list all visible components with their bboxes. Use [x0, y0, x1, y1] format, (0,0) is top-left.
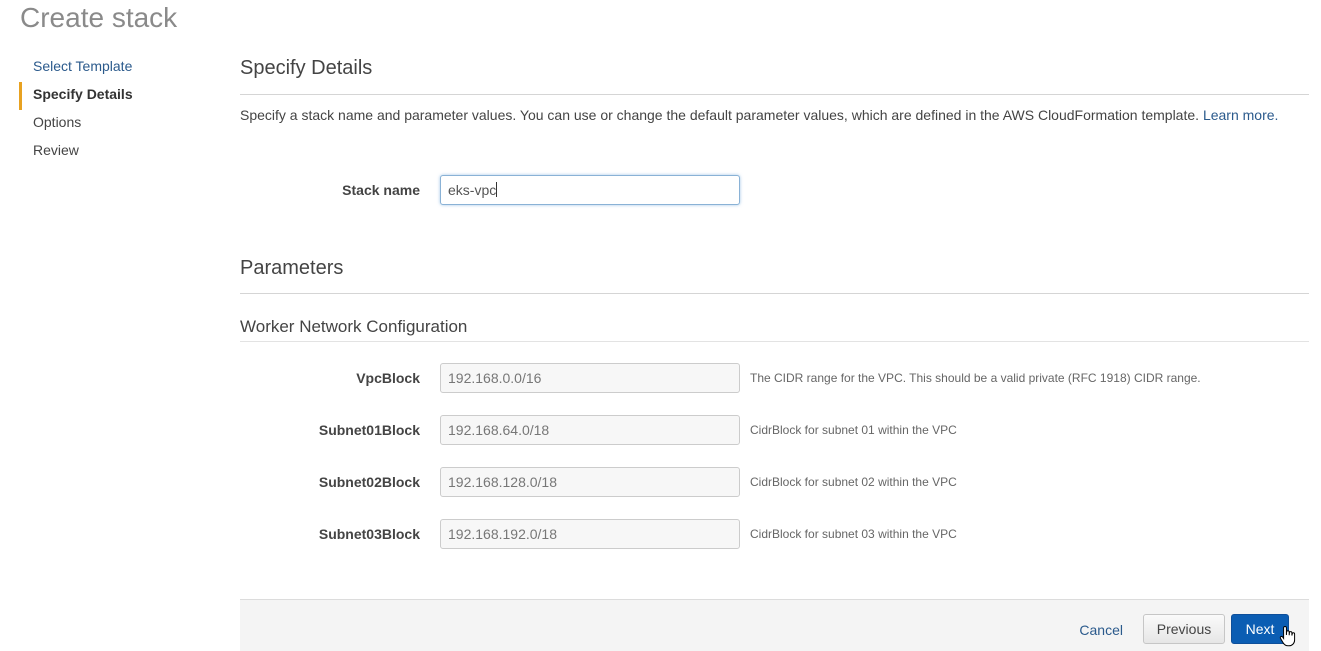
learn-more-link[interactable]: Learn more. — [1203, 107, 1278, 123]
step-select-template[interactable]: Select Template — [19, 54, 209, 82]
previous-button[interactable]: Previous — [1143, 614, 1225, 644]
wizard-footer: Cancel Previous Next — [240, 599, 1309, 651]
hand-pointer-cursor-icon — [1279, 625, 1296, 647]
param-row-subnet01block: Subnet01Block CidrBlock for subnet 01 wi… — [240, 415, 1309, 445]
description-text: Specify a stack name and parameter value… — [240, 107, 1200, 123]
divider — [240, 293, 1309, 294]
param-help: CidrBlock for subnet 02 within the VPC — [750, 475, 957, 489]
param-label: Subnet01Block — [318, 422, 420, 438]
step-specify-details[interactable]: Specify Details — [19, 82, 209, 110]
param-help: CidrBlock for subnet 01 within the VPC — [750, 423, 957, 437]
stack-name-input[interactable]: eks-vpc — [440, 175, 740, 205]
vpcblock-input[interactable] — [440, 363, 740, 393]
subnet02block-input[interactable] — [440, 467, 740, 497]
parameters-heading: Parameters — [240, 257, 344, 279]
param-label: Subnet02Block — [318, 474, 420, 490]
page-title: Create stack — [20, 2, 178, 33]
subnet01block-input[interactable] — [440, 415, 740, 445]
step-options: Options — [33, 114, 82, 130]
step-review: Review — [33, 142, 79, 158]
stack-name-row: Stack name eks-vpc — [240, 175, 1309, 205]
wizard-steps: Select Template Specify Details Options … — [19, 54, 209, 166]
text-caret — [496, 182, 498, 197]
param-label: Subnet03Block — [318, 526, 420, 542]
param-label: VpcBlock — [356, 370, 420, 386]
param-row-subnet02block: Subnet02Block CidrBlock for subnet 02 wi… — [240, 467, 1309, 497]
stack-name-value: eks-vpc — [448, 182, 497, 198]
param-row-vpcblock: VpcBlock The CIDR range for the VPC. Thi… — [240, 363, 1309, 393]
param-row-subnet03block: Subnet03Block CidrBlock for subnet 03 wi… — [240, 519, 1309, 549]
cancel-button[interactable]: Cancel — [1079, 622, 1123, 638]
worker-network-configuration-heading: Worker Network Configuration — [240, 317, 468, 336]
specify-details-heading: Specify Details — [240, 57, 373, 79]
divider — [240, 341, 1309, 342]
subnet03block-input[interactable] — [440, 519, 740, 549]
param-help: The CIDR range for the VPC. This should … — [750, 371, 1201, 385]
divider — [240, 94, 1309, 95]
stack-name-label: Stack name — [342, 182, 420, 198]
details-description: Specify a stack name and parameter value… — [240, 107, 1278, 123]
param-help: CidrBlock for subnet 03 within the VPC — [750, 527, 957, 541]
